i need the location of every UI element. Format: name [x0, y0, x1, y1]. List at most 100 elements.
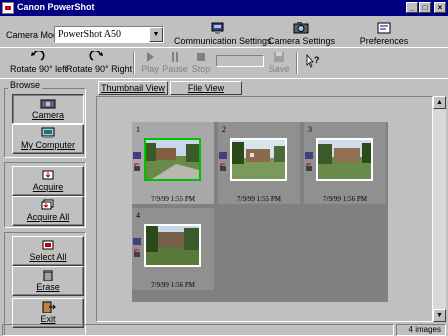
save-button[interactable]: Save	[268, 51, 290, 74]
pause-icon	[172, 52, 178, 62]
stop-icon	[197, 53, 205, 61]
thumbnail-item[interactable]: 3 7/9/99 1:56 PM	[304, 122, 386, 204]
camera-button[interactable]: Camera	[12, 94, 84, 124]
house-photo	[318, 140, 371, 179]
title-bar: Canon PowerShot _ □ ×	[0, 0, 448, 16]
protect-icon	[134, 163, 140, 171]
camera-status-icon	[133, 152, 141, 159]
trash-icon	[43, 270, 53, 281]
playback-progress	[216, 55, 264, 67]
computer-icon	[41, 127, 55, 138]
camera-model-select[interactable]: PowerShot A50 ▼	[54, 26, 164, 43]
thumbnail-image	[144, 138, 201, 181]
toolbar-divider	[0, 47, 448, 48]
svg-text:?: ?	[314, 55, 320, 65]
thumbnail-number: 2	[222, 125, 226, 134]
play-icon	[147, 52, 154, 62]
thumbnail-date: 7/9/99 1:56 PM	[151, 281, 195, 289]
close-button[interactable]: ×	[434, 2, 446, 13]
erase-label: Erase	[36, 282, 60, 292]
maximize-button[interactable]: □	[419, 2, 431, 13]
communication-icon	[211, 22, 224, 34]
thumbnail-image	[316, 138, 373, 181]
thumbnail-item[interactable]: 4 7/9/99 1:56 PM	[132, 208, 214, 290]
preferences-label: Preferences	[359, 36, 409, 46]
camera-status-icon	[133, 238, 141, 245]
thumbnail-grid: 1 7/9/99 1:55 PM 2 7/9/99 1:55 PM 3 7/9/…	[132, 122, 388, 302]
erase-button[interactable]: Erase	[12, 266, 84, 296]
minimize-button[interactable]: _	[406, 2, 418, 13]
toolbar-separator-2	[296, 52, 298, 74]
my-computer-label: My Computer	[20, 140, 75, 150]
camera-status-icon	[305, 152, 313, 159]
acquire-button[interactable]: Acquire	[12, 166, 84, 196]
thumbnail-number: 3	[308, 125, 312, 134]
preferences-button[interactable]: Preferences	[356, 21, 412, 46]
tab-file-view-label: File View	[187, 83, 225, 93]
thumbnail-item[interactable]: 2 7/9/99 1:55 PM	[218, 122, 300, 204]
play-label: Play	[141, 64, 159, 74]
exit-door-icon	[42, 301, 56, 313]
stop-button[interactable]: Stop	[190, 51, 212, 74]
acquire-icon	[42, 170, 54, 180]
protect-icon	[306, 163, 312, 171]
rotate-right-button[interactable]: Rotate 90° Right	[66, 51, 132, 74]
camera-settings-button[interactable]: Camera Settings	[268, 21, 336, 46]
browse-title: Browse	[8, 80, 43, 90]
rotate-right-label: Rotate 90° Right	[66, 64, 133, 74]
acquire-all-button[interactable]: Acquire All	[12, 196, 84, 226]
status-pane-main	[2, 324, 394, 336]
thumbnail-date: 7/9/99 1:55 PM	[151, 195, 195, 203]
thumbnail-image	[230, 138, 287, 181]
thumbnail-number: 1	[136, 125, 140, 134]
tab-file-view[interactable]: File View	[170, 81, 242, 95]
protect-icon	[220, 163, 226, 171]
help-pointer-icon: ?	[306, 53, 320, 68]
select-all-icon	[42, 240, 54, 250]
pause-button[interactable]: Pause	[162, 51, 188, 74]
house-photo	[146, 140, 199, 179]
camera-label: Camera	[31, 110, 64, 120]
tab-thumbnail-view[interactable]: Thumbnail View	[98, 81, 168, 95]
thumbnail-date: 7/9/99 1:55 PM	[237, 195, 281, 203]
protect-icon	[134, 249, 140, 257]
rotate-right-icon	[89, 51, 103, 61]
camera-icon	[40, 99, 56, 109]
toolbar-divider-2	[0, 78, 448, 79]
status-bar: 4 images	[0, 323, 448, 336]
house-photo	[146, 226, 199, 265]
vertical-scrollbar[interactable]: ▲ ▼	[433, 96, 446, 322]
pause-label: Pause	[162, 64, 188, 74]
rotate-left-label: Rotate 90° left	[10, 64, 68, 74]
play-button[interactable]: Play	[140, 51, 160, 74]
camera-settings-icon	[293, 22, 309, 34]
save-label: Save	[268, 64, 290, 74]
my-computer-button[interactable]: My Computer	[12, 124, 84, 154]
chevron-down-icon[interactable]: ▼	[149, 27, 163, 42]
scroll-down-button[interactable]: ▼	[433, 309, 446, 322]
image-count: 4 images	[408, 325, 441, 334]
rotate-left-icon	[31, 51, 45, 61]
preferences-icon	[377, 22, 391, 34]
thumbnail-image	[144, 224, 201, 267]
acquire-all-icon	[41, 199, 54, 210]
stop-label: Stop	[191, 64, 211, 74]
toolbar-separator	[133, 52, 135, 74]
communication-settings-button[interactable]: Communication Settings	[174, 21, 272, 46]
status-pane-count: 4 images	[396, 324, 446, 336]
app-icon	[2, 2, 14, 14]
thumbnail-number: 4	[136, 211, 140, 220]
tab-thumbnail-view-label: Thumbnail View	[101, 83, 165, 93]
select-all-button[interactable]: Select All	[12, 236, 84, 266]
save-icon	[274, 52, 284, 62]
camera-settings-label: Camera Settings	[268, 36, 336, 46]
window-title: Canon PowerShot	[17, 2, 95, 12]
house-photo	[232, 140, 285, 179]
camera-model-value: PowerShot A50	[58, 29, 122, 40]
camera-status-icon	[219, 152, 227, 159]
context-help-button[interactable]: ?	[304, 53, 322, 70]
communication-settings-label: Communication Settings	[174, 36, 272, 46]
thumbnail-item[interactable]: 1 7/9/99 1:55 PM	[132, 122, 214, 204]
rotate-left-button[interactable]: Rotate 90° left	[10, 51, 68, 74]
scroll-up-button[interactable]: ▲	[433, 96, 446, 109]
